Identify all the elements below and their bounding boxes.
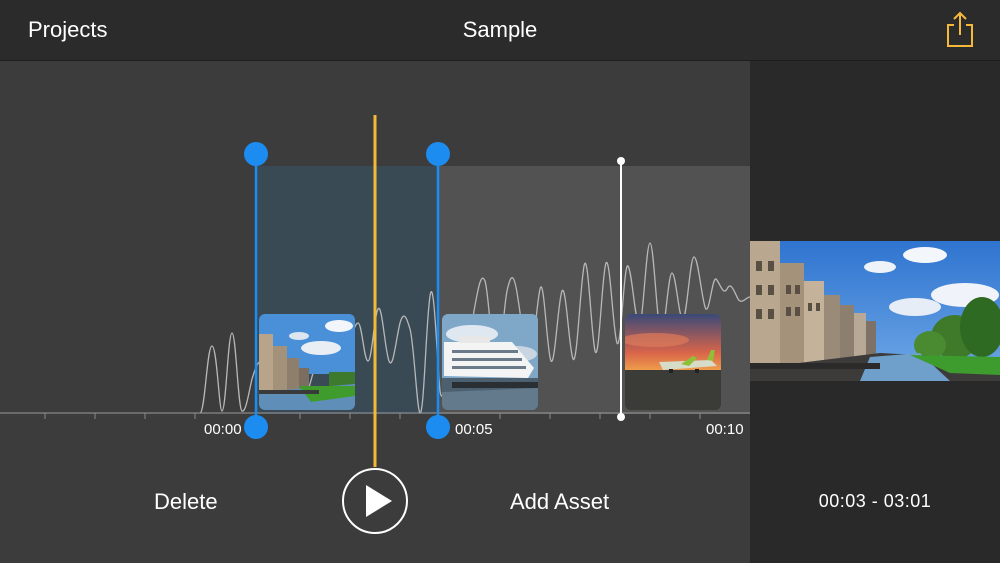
canal-street-clip[interactable]: [259, 314, 355, 410]
selection-left-bottom-handle[interactable]: [244, 415, 268, 439]
share-button[interactable]: [938, 8, 982, 52]
time-label-2: 00:10: [706, 421, 744, 438]
time-label-0: 00:00: [204, 421, 242, 438]
selection-right-bottom-handle[interactable]: [426, 415, 450, 439]
clip-marker-bottom[interactable]: [617, 413, 625, 421]
selection-right-top-handle[interactable]: [426, 142, 450, 166]
canal-preview-image: [750, 241, 1000, 381]
navigation-bar: Projects Sample: [0, 0, 1000, 61]
time-label-1: 00:05: [455, 421, 493, 438]
trim-range-label: 00:03 - 03:01: [818, 491, 932, 511]
timeline-editor: 00:00 00:05 00:10 Delete Add Asset: [0, 61, 750, 563]
cruise-ship-clip[interactable]: [442, 314, 538, 410]
share-icon: [947, 11, 973, 47]
add-asset-button[interactable]: Add Asset: [510, 489, 609, 515]
project-title: Sample: [462, 17, 538, 42]
play-button[interactable]: [341, 467, 409, 535]
cruise-ship-thumbnail: [442, 314, 538, 410]
canal-street-thumbnail: [259, 314, 355, 410]
sunset-airplane-clip[interactable]: [625, 314, 721, 410]
projects-back-button[interactable]: Projects: [28, 17, 107, 43]
clip-marker-top[interactable]: [617, 157, 625, 165]
video-preview[interactable]: [750, 241, 1000, 381]
delete-button[interactable]: Delete: [154, 489, 218, 515]
preview-panel: 00:03 - 03:01: [750, 61, 1000, 563]
sunset-airplane-thumbnail: [625, 314, 721, 410]
play-icon: [342, 468, 408, 534]
selection-left-top-handle[interactable]: [244, 142, 268, 166]
